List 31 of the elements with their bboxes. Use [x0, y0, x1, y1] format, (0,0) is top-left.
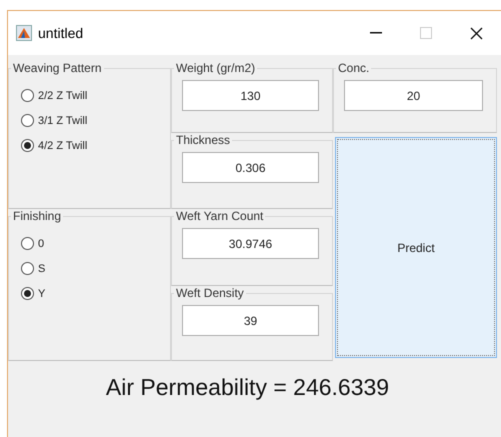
panel-title: Weight (gr/m2) — [175, 61, 256, 75]
minimize-icon — [370, 32, 382, 34]
window-title: untitled — [38, 25, 84, 41]
close-icon — [470, 26, 482, 40]
radio-icon[interactable] — [21, 237, 34, 250]
radio-icon[interactable] — [21, 89, 34, 102]
input-field[interactable]: 0.306 — [182, 152, 319, 183]
radio-option[interactable]: 3/1 Z Twill — [21, 114, 88, 127]
panel-title: Weft Density — [175, 286, 245, 300]
radio-icon[interactable] — [21, 262, 34, 275]
radio-option[interactable]: 0 — [21, 237, 44, 250]
panel-title: Thickness — [175, 133, 232, 147]
result-text: Air Permeability = 246.6339 — [104, 374, 390, 401]
radio-option[interactable]: 4/2 Z Twill — [21, 139, 88, 152]
radio-option[interactable]: S — [21, 262, 46, 275]
input-field[interactable]: 39 — [182, 305, 319, 336]
radio-option[interactable]: 2/2 Z Twill — [21, 89, 88, 102]
panel-title: Weft Yarn Count — [175, 209, 264, 223]
radio-icon[interactable] — [21, 114, 34, 127]
panel-title: Conc. — [337, 61, 370, 75]
radio-icon[interactable] — [21, 139, 34, 152]
predict-button[interactable]: Predict — [335, 137, 497, 358]
input-field[interactable]: 30.9746 — [182, 228, 319, 259]
app-icon — [16, 25, 32, 41]
panel-title: Weaving Pattern — [12, 61, 102, 75]
input-field[interactable]: 130 — [182, 80, 319, 111]
panel-title: Finishing — [12, 209, 62, 223]
maximize-icon — [420, 27, 432, 39]
radio-option[interactable]: Y — [21, 287, 46, 300]
radio-icon[interactable] — [21, 287, 34, 300]
input-field[interactable]: 20 — [344, 80, 483, 111]
